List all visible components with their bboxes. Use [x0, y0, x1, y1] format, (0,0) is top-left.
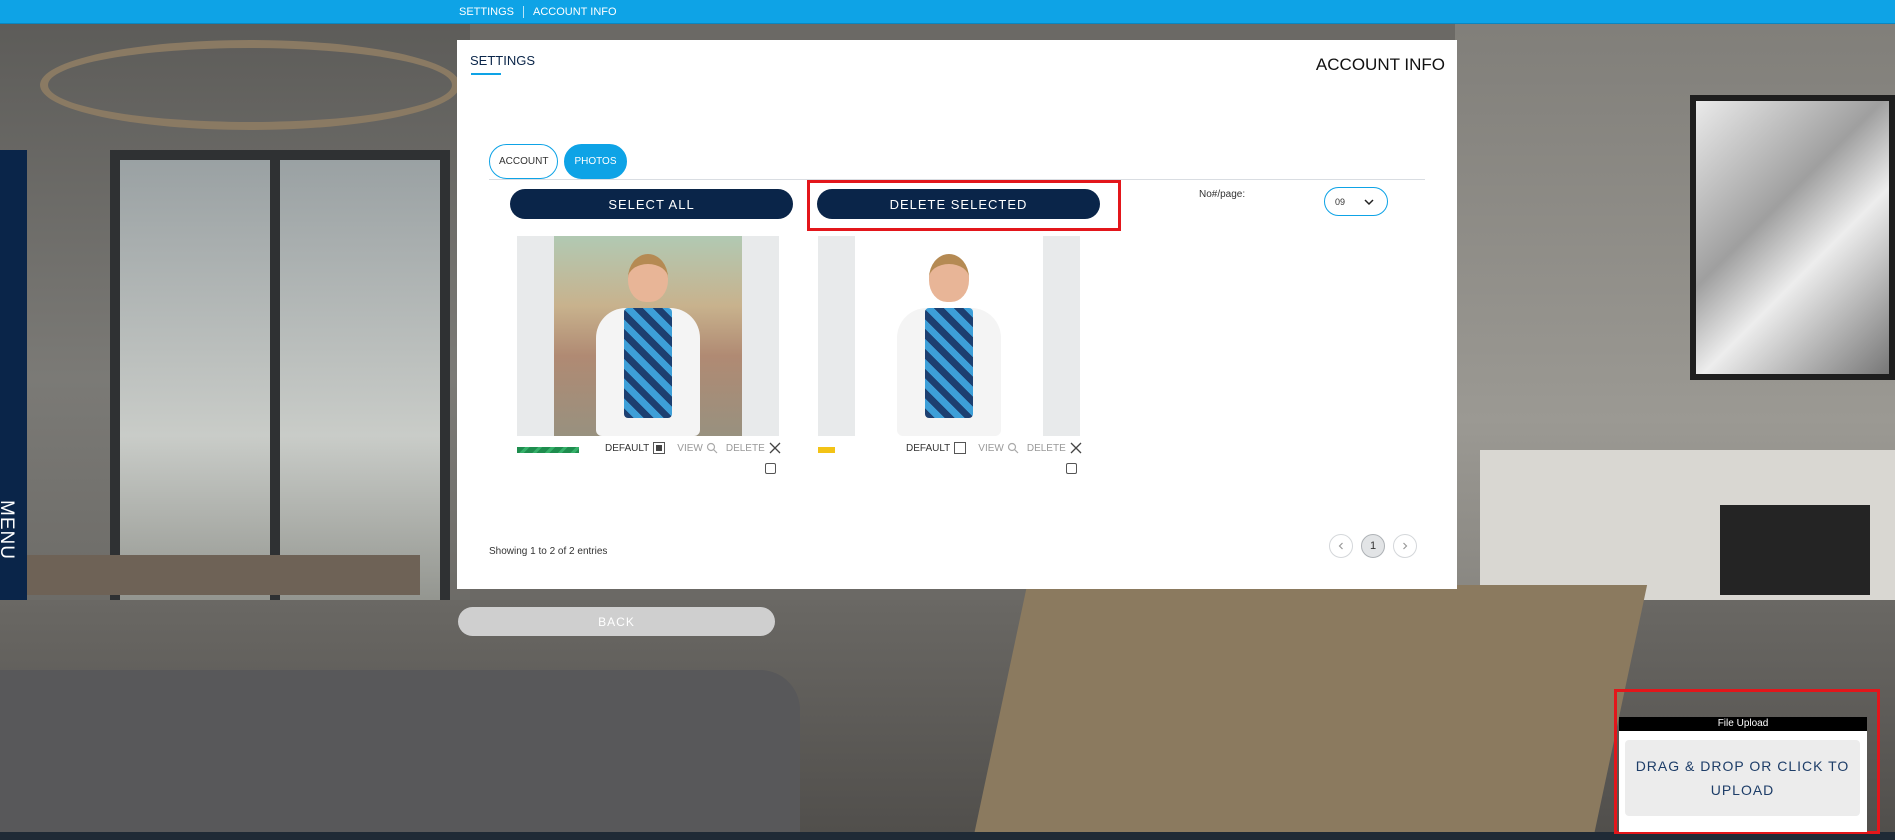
default-checkbox[interactable] — [954, 442, 967, 454]
person-image — [588, 236, 708, 436]
magnifier-icon[interactable] — [706, 442, 718, 454]
breadcrumb-account-info[interactable]: ACCOUNT INFO — [533, 6, 617, 18]
view-link[interactable]: VIEW — [978, 443, 1004, 454]
default-checkbox[interactable] — [653, 442, 666, 454]
delete-link[interactable]: DELETE — [1027, 443, 1066, 454]
view-link[interactable]: VIEW — [677, 443, 703, 454]
bottom-strip — [0, 832, 1895, 840]
back-button[interactable]: BACK — [458, 607, 775, 636]
delete-selected-highlight — [807, 180, 1121, 231]
per-page-label: No#/page: — [1199, 189, 1246, 200]
background-rug — [972, 585, 1648, 840]
page-title: ACCOUNT INFO — [1315, 55, 1445, 74]
background-stereo — [1720, 505, 1870, 595]
background-table — [0, 555, 420, 595]
photo-card: DEFAULT VIEW DELETE — [818, 236, 1082, 474]
account-panel: SETTINGS ACCOUNT INFO ACCOUNT PHOTOS SEL… — [457, 40, 1457, 589]
pagination: 1 — [1329, 534, 1417, 558]
per-page-value: 09 — [1335, 196, 1346, 207]
background-lamp — [40, 40, 460, 130]
person-image — [889, 236, 1009, 436]
photo-status-bar — [517, 447, 579, 453]
previous-page-button[interactable] — [1329, 534, 1353, 558]
page-number-button[interactable]: 1 — [1361, 534, 1385, 558]
magnifier-icon[interactable] — [1007, 442, 1019, 454]
breadcrumb-separator — [523, 6, 525, 18]
breadcrumb: SETTINGS ACCOUNT INFO — [459, 6, 617, 18]
default-label: DEFAULT — [906, 442, 951, 454]
breadcrumb-settings[interactable]: SETTINGS — [459, 6, 514, 18]
select-all-button[interactable]: SELECT ALL — [510, 189, 793, 219]
next-page-button[interactable] — [1393, 534, 1417, 558]
background-tv — [1690, 95, 1895, 380]
photo-card: DEFAULT VIEW DELETE — [517, 236, 781, 474]
per-page-select[interactable]: 09 — [1324, 187, 1388, 216]
photo-controls: DEFAULT VIEW DELETE — [906, 442, 1082, 454]
file-upload-dropzone[interactable]: DRAG & DROP OR CLICK TO UPLOAD — [1625, 740, 1860, 816]
side-menu-tab[interactable]: MENU — [0, 150, 27, 600]
entries-info: Showing 1 to 2 of 2 entries — [489, 546, 608, 557]
photo-thumbnail[interactable] — [554, 236, 742, 436]
photo-thumbnail[interactable] — [855, 236, 1043, 436]
settings-heading-underline — [471, 73, 501, 75]
photo-frame — [818, 236, 1080, 436]
photo-select-checkbox[interactable] — [765, 463, 776, 474]
background-sofa — [0, 670, 800, 840]
file-upload-header: File Upload — [1619, 717, 1867, 731]
delete-link[interactable]: DELETE — [726, 443, 765, 454]
tab-bar: ACCOUNT PHOTOS — [489, 144, 627, 179]
photo-controls: DEFAULT VIEW DELETE — [605, 442, 781, 454]
close-icon[interactable] — [1070, 442, 1082, 454]
chevron-right-icon — [1403, 542, 1408, 550]
close-icon[interactable] — [769, 442, 781, 454]
settings-heading[interactable]: SETTINGS — [470, 53, 535, 68]
tab-account[interactable]: ACCOUNT — [489, 144, 559, 179]
photo-select-checkbox[interactable] — [1066, 463, 1077, 474]
side-menu-label: MENU — [0, 500, 17, 560]
top-bar: SETTINGS ACCOUNT INFO — [0, 0, 1895, 24]
tab-photos[interactable]: PHOTOS — [564, 144, 627, 179]
photo-status-bar — [818, 447, 835, 453]
default-label: DEFAULT — [605, 442, 650, 454]
photo-frame — [517, 236, 779, 436]
chevron-down-icon — [1364, 198, 1374, 205]
chevron-left-icon — [1338, 542, 1343, 550]
